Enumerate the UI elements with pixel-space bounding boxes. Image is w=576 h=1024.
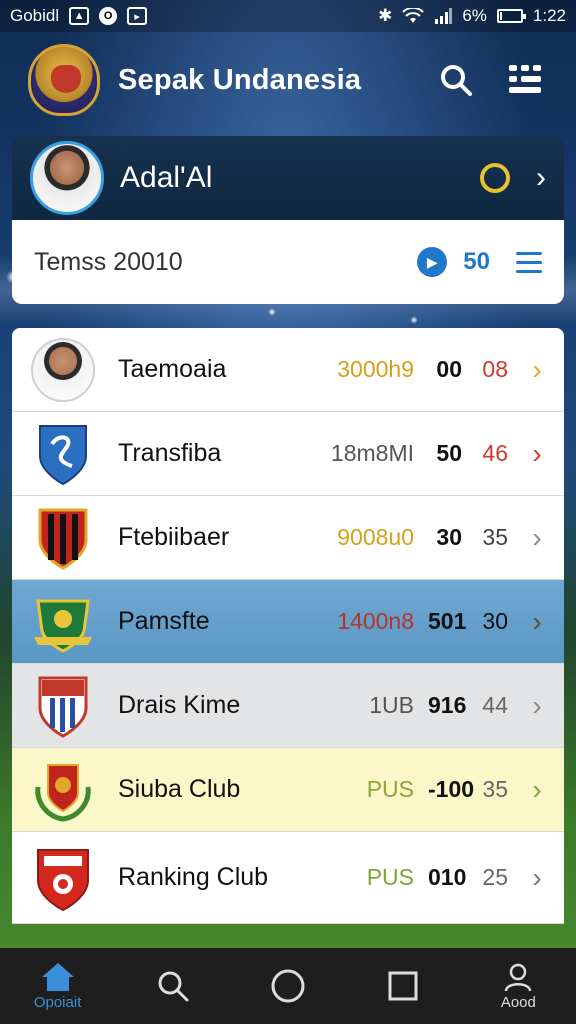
team-name: Ranking Club — [118, 863, 269, 891]
team-row[interactable]: Taemoaia 3000h9 00 08 › — [12, 328, 564, 412]
profile-card[interactable]: Adal'Al › — [12, 136, 564, 220]
team-name: Taemoaia — [118, 355, 227, 383]
team-stat-tertiary: 35 — [482, 524, 508, 550]
team-stat-tertiary: 08 — [482, 356, 508, 382]
photo-icon: ▲ — [69, 7, 90, 25]
team-stat-tertiary: 44 — [482, 692, 508, 718]
menu-button[interactable] — [504, 58, 548, 102]
red-white-crest-logo — [30, 673, 96, 739]
search-icon — [158, 971, 189, 1002]
team-stat-secondary: 010 — [428, 864, 467, 890]
nav-home[interactable]: Opoiait — [10, 948, 106, 1024]
team-row[interactable]: Siuba Club PUS -100 35 › — [12, 748, 564, 832]
circle-icon — [271, 969, 305, 1003]
team-stat-primary: PUS — [366, 864, 414, 890]
player-photo-logo — [30, 337, 96, 403]
nav-square[interactable] — [355, 948, 451, 1024]
laurel-crest-logo — [30, 757, 96, 823]
status-ring-icon[interactable] — [480, 163, 510, 193]
chevron-right-icon[interactable]: › — [528, 354, 546, 386]
bluetooth-icon: ✱ — [378, 6, 393, 25]
team-stat-secondary: 501 — [428, 608, 467, 634]
grid-menu-icon — [509, 65, 541, 93]
team-stat-primary: 1UB — [369, 692, 414, 718]
nav-home-label: Opoiait — [33, 993, 82, 1011]
team-stat-secondary: -100 — [428, 776, 475, 802]
team-name: Transfiba — [118, 439, 222, 467]
chevron-right-icon[interactable]: › — [528, 690, 546, 722]
app-title: Sepak Undanesia — [118, 63, 362, 96]
team-row[interactable]: Ranking Club PUS 010 25 › — [12, 832, 564, 924]
battery-icon — [496, 9, 526, 23]
league-logo[interactable] — [28, 44, 100, 116]
team-stat-tertiary: 46 — [482, 440, 508, 466]
team-row[interactable]: Transfiba 18m8MI 50 46 › — [12, 412, 564, 496]
team-name: Pamsfte — [118, 607, 210, 635]
chevron-right-icon[interactable]: › — [528, 522, 546, 554]
user-icon — [505, 963, 532, 991]
image-icon: ▸ — [127, 7, 148, 25]
team-stat-secondary: 00 — [436, 356, 462, 382]
team-stat-primary: 18m8MI — [330, 440, 414, 466]
chevron-right-icon[interactable]: › — [528, 774, 546, 806]
avatar — [30, 141, 104, 215]
wifi-icon — [402, 8, 425, 23]
nav-profile[interactable]: Aood — [470, 948, 566, 1024]
list-menu-icon[interactable] — [516, 251, 542, 273]
clock: 1:22 — [532, 6, 566, 25]
team-row[interactable]: Ftebiibaer 9008u0 30 35 › — [12, 496, 564, 580]
team-stat-secondary: 30 — [436, 524, 462, 550]
nav-profile-label: Aood — [500, 993, 536, 1011]
nav-circle[interactable] — [240, 948, 336, 1024]
search-icon — [441, 65, 472, 96]
home-icon — [41, 962, 74, 991]
team-stat-tertiary: 30 — [482, 608, 508, 634]
notification-icon: O — [99, 7, 118, 25]
blue-shield-crest-logo — [30, 421, 96, 487]
battery-percent: 6% — [462, 6, 487, 25]
team-stat-primary: 9008u0 — [337, 524, 414, 550]
filter-count: 50 — [463, 248, 490, 275]
filter-label: Temss 20010 — [34, 247, 183, 276]
team-stat-secondary: 50 — [436, 440, 462, 466]
green-gold-crest-logo — [30, 589, 96, 655]
team-name: Drais Kime — [118, 691, 241, 719]
filter-bar: Temss 20010 ▶ 50 — [12, 220, 564, 304]
team-stat-primary: 3000h9 — [337, 356, 414, 382]
team-name: Siuba Club — [118, 775, 241, 803]
red-shield-crest-logo — [30, 845, 96, 911]
chevron-right-icon[interactable]: › — [528, 606, 546, 638]
carrier-label: Gobidl — [10, 6, 60, 25]
chevron-right-icon[interactable]: › — [528, 862, 546, 894]
team-row[interactable]: Pamsfte 1400n8 501 30 › — [12, 580, 564, 664]
chevron-right-icon[interactable]: › — [536, 161, 546, 195]
team-stat-secondary: 916 — [428, 692, 467, 718]
team-name: Ftebiibaer — [118, 523, 230, 551]
play-icon[interactable]: ▶ — [417, 247, 448, 277]
bottom-nav: Opoiait Aood — [0, 948, 576, 1024]
team-stat-tertiary: 35 — [482, 776, 508, 802]
square-icon — [388, 971, 418, 1001]
profile-name: Adal'Al — [120, 161, 213, 194]
team-list: Taemoaia 3000h9 00 08 › Transfiba 18m8MI 50 46 › F… — [12, 328, 564, 924]
app-header: Sepak Undanesia — [0, 36, 576, 124]
team-row[interactable]: Drais Kime 1UB 916 44 › — [12, 664, 564, 748]
red-black-crest-logo — [30, 505, 96, 571]
chevron-right-icon[interactable]: › — [528, 438, 546, 470]
nav-search[interactable] — [125, 948, 221, 1024]
team-stat-primary: PUS — [366, 776, 414, 802]
signal-icon — [435, 8, 453, 24]
team-stat-primary: 1400n8 — [337, 608, 414, 634]
status-bar: Gobidl ▲ O ▸ ✱ 6% 1:22 — [0, 0, 576, 32]
search-button[interactable] — [434, 58, 478, 102]
team-stat-tertiary: 25 — [482, 864, 508, 890]
